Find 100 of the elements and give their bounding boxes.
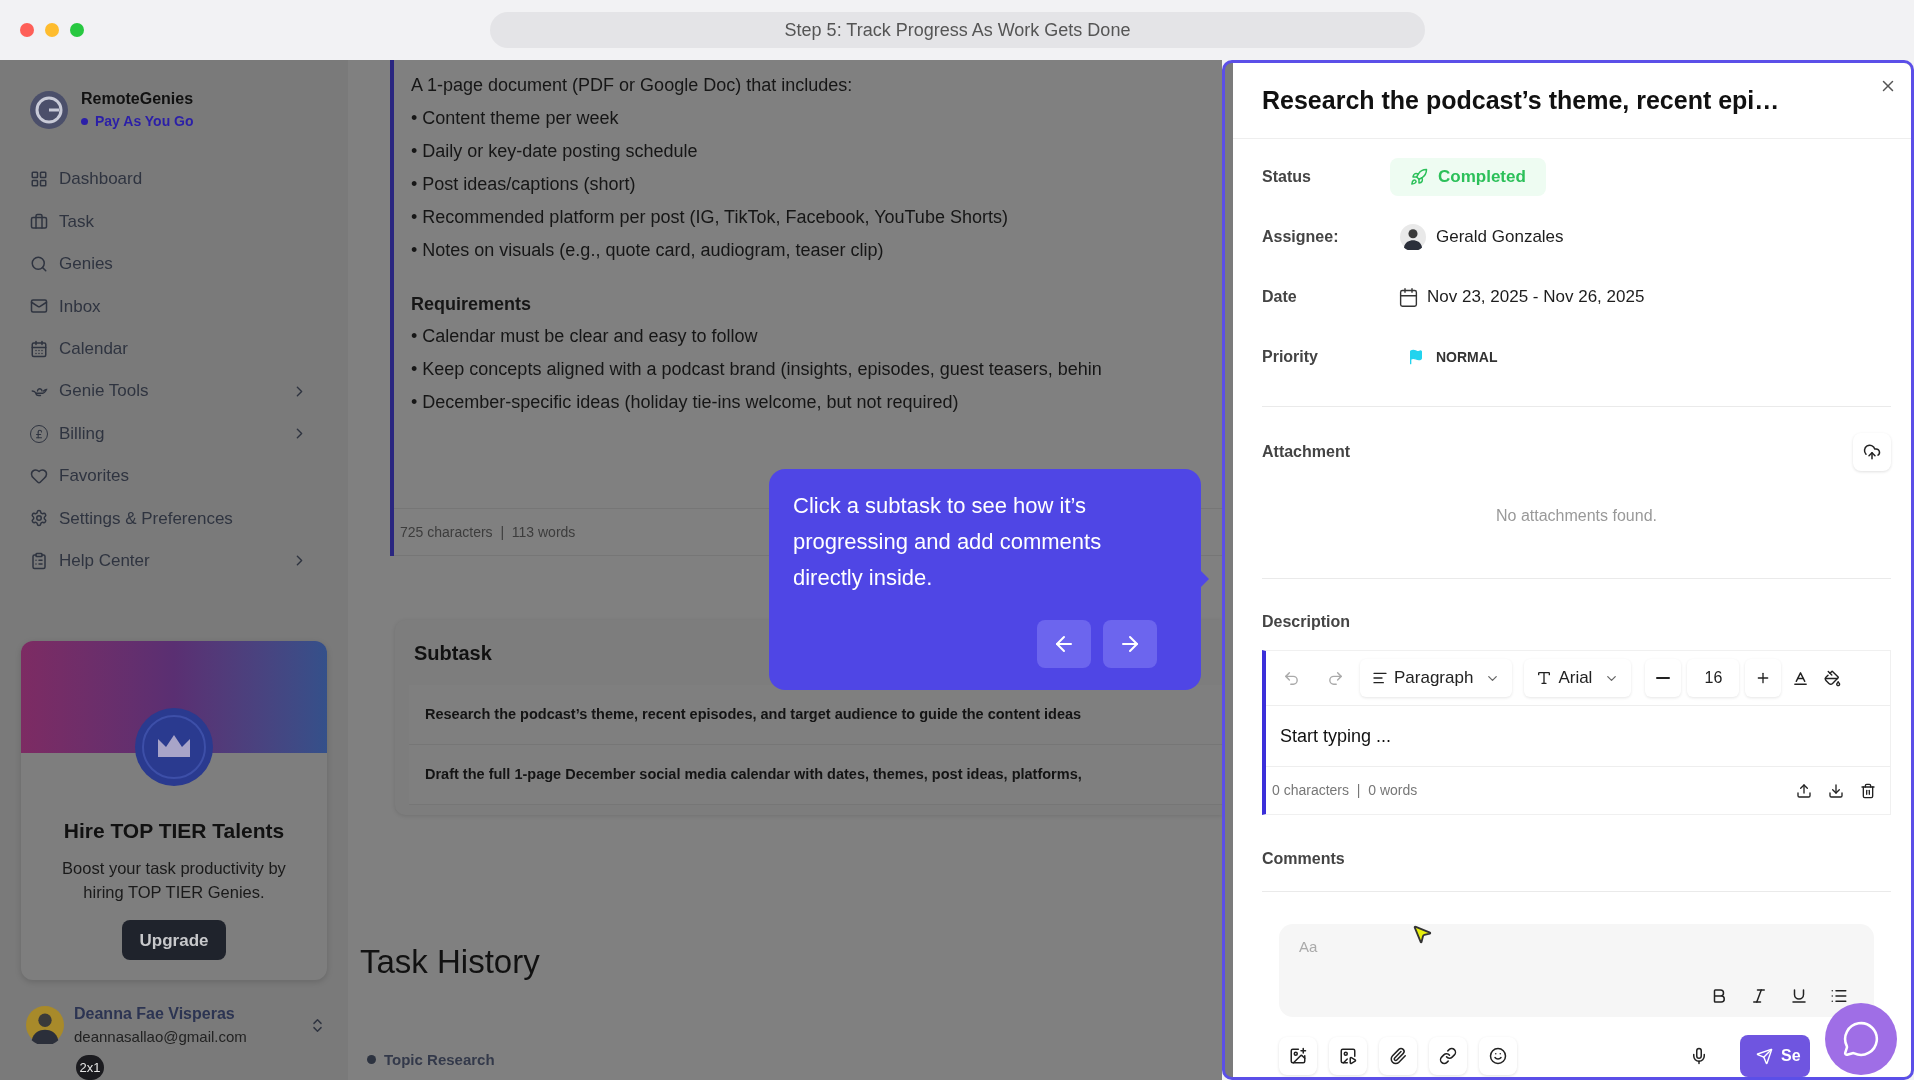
bullet-text: • Content theme per week [411, 107, 620, 130]
comments-heading: Comments [1262, 849, 1346, 869]
editor-text[interactable]: Start typing ... [1280, 722, 1392, 750]
promo-title: Hire TOP TIER Talents [63, 817, 285, 844]
field-label: Date [1262, 287, 1298, 307]
zoom-badge: 2x1 [76, 1054, 104, 1080]
plan-label: Pay As You Go [95, 112, 194, 131]
minus-icon [1656, 677, 1671, 679]
history-heading: Task History [360, 942, 541, 982]
align-icon [1372, 670, 1388, 686]
word-count: 725 characters | 113 words [400, 522, 576, 542]
priority-label: NORMAL [1436, 347, 1498, 367]
bullet-text: • December-specific ideas (holiday tie-ins welcome, but not required) [411, 391, 960, 414]
cloud-upload-icon [1863, 443, 1881, 461]
nav-item[interactable]: Inbox [0, 285, 348, 328]
calendar-icon [30, 339, 48, 358]
avatar [26, 1006, 64, 1045]
block-type-dropdown[interactable]: Paragraph [1360, 659, 1513, 697]
chat-bubble-icon [1842, 1020, 1880, 1058]
assignee-name: Gerald Gonzales [1436, 226, 1564, 249]
subtask-row[interactable]: Research the podcast’s theme, recent episodes, and target audience to guide the content ideas [409, 685, 1222, 745]
send-icon [1756, 1047, 1773, 1065]
insert-video-button[interactable] [1329, 1037, 1367, 1075]
subtask-row[interactable]: Draft the full 1-page December social media calendar with dates, themes, post ideas, platforms, [409, 745, 1222, 805]
subtask-heading: Subtask [414, 641, 492, 666]
font-size-field[interactable]: 16 [1687, 659, 1740, 697]
bullet-text: • Recommended platform per post (IG, TikTok, Facebook, YouTube Shorts) [411, 206, 1009, 229]
calendar-icon [1398, 286, 1419, 308]
underline-icon[interactable] [1790, 987, 1808, 1005]
upgrade-button[interactable]: Upgrade [121, 920, 227, 961]
nav-item[interactable]: Genies [0, 242, 348, 286]
window-title: Step 5: Track Progress As Work Gets Done [784, 18, 1131, 42]
font-icon [1536, 670, 1553, 686]
previous-button[interactable] [1037, 620, 1091, 668]
italic-icon[interactable] [1750, 987, 1768, 1005]
nav-item[interactable]: Calendar [0, 327, 348, 370]
smile-icon [1489, 1047, 1507, 1065]
dashboard-icon [30, 170, 48, 189]
briefcase-icon [30, 212, 48, 231]
intro-text: A 1-page document (PDF or Google Doc) that includes: [411, 74, 854, 97]
trash-icon[interactable] [1860, 782, 1876, 799]
attachment-heading: Attachment [1262, 442, 1350, 462]
paint-bucket-icon [1823, 669, 1841, 687]
nav-item[interactable]: Settings & Preferences [0, 497, 348, 540]
description-heading: Description [1262, 612, 1351, 632]
link-button[interactable] [1429, 1037, 1467, 1075]
section-heading: Requirements [411, 293, 533, 316]
clipboard-icon [30, 551, 48, 570]
bullet-text: • Calendar must be clear and easy to follow [411, 325, 759, 348]
image-play-icon [1339, 1047, 1357, 1065]
nav-item[interactable]: Help Center [0, 539, 348, 582]
pointer-icon [1411, 923, 1433, 945]
nav-item[interactable]: Favorites [0, 454, 348, 498]
paperclip-icon [1389, 1047, 1407, 1065]
image-plus-icon [1289, 1047, 1307, 1065]
upload-button[interactable] [1853, 433, 1891, 471]
comment-field[interactable]: Aa [1279, 924, 1874, 1017]
text-color-icon [1791, 669, 1809, 687]
date-range: Nov 23, 2025 - Nov 26, 2025 [1427, 286, 1645, 309]
nav-item[interactable]: Dashboard [0, 158, 348, 201]
panel-title: Research the podcast’s theme, recent epi… [1262, 84, 1780, 116]
brand-name: RemoteGenies [81, 89, 194, 109]
tooltip-text: Click a subtask to see how it’s progressing and add comments directly inside. [793, 492, 1103, 592]
field-label: Assignee: [1262, 227, 1340, 247]
close-window-icon[interactable] [20, 23, 34, 37]
nav-item[interactable]: Task [0, 200, 348, 243]
empty-message: No attachments found. [1496, 506, 1657, 526]
field-label: Priority [1262, 347, 1319, 367]
field-label: Status [1262, 167, 1312, 187]
logo-icon [29, 89, 69, 130]
comment-placeholder: Aa [1299, 937, 1319, 957]
promo-text: Boost your task productivity by hiring TOP TIER Genies. [61, 858, 287, 904]
export-icon[interactable] [1796, 782, 1812, 799]
search-icon [30, 254, 48, 273]
insert-image-button[interactable] [1279, 1037, 1317, 1075]
microphone-icon[interactable] [1690, 1047, 1708, 1065]
user-email: deannasallao@gmail.com [74, 1027, 248, 1048]
bullet-text: • Post ideas/captions (short) [411, 173, 637, 196]
heart-icon [30, 466, 48, 485]
list-icon[interactable] [1830, 987, 1848, 1005]
mail-icon [30, 297, 48, 316]
download-icon[interactable] [1828, 782, 1844, 799]
font-dropdown[interactable]: Arial [1524, 659, 1632, 697]
avatar [1400, 224, 1426, 250]
undo-icon [1282, 669, 1300, 687]
status-badge[interactable]: Completed [1390, 158, 1546, 196]
bullet-text: • Daily or key-date posting schedule [411, 140, 699, 163]
bullet-text: • Keep concepts aligned with a podcast brand (insights, episodes, guest teasers, behin [411, 358, 1103, 381]
history-item: Topic Research [384, 1049, 495, 1070]
attach-button[interactable] [1379, 1037, 1417, 1075]
flag-icon [1408, 349, 1424, 365]
nav-item[interactable]: Billing [0, 412, 348, 455]
send-button[interactable]: Se [1740, 1035, 1810, 1077]
rocket-icon [1410, 168, 1428, 186]
nav-item[interactable]: Genie Tools [0, 369, 348, 413]
emoji-button[interactable] [1479, 1037, 1517, 1075]
redo-icon [1326, 669, 1344, 687]
editor-word-count: 0 characters | 0 words [1272, 781, 1419, 800]
next-button[interactable] [1103, 620, 1157, 668]
bullet-text: • Notes on visuals (e.g., quote card, audiogram, teaser clip) [411, 239, 885, 262]
